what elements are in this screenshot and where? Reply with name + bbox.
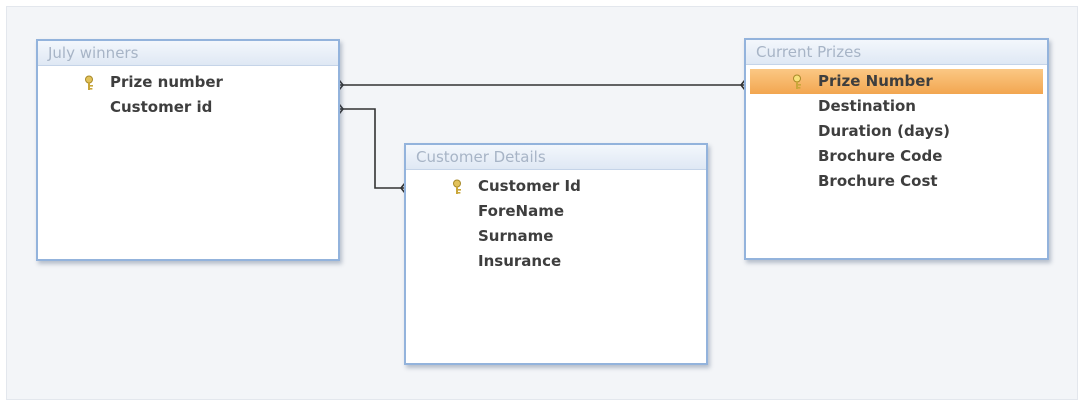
table-customer-details[interactable]: Customer Details Customer Id ForeName Su… — [404, 143, 708, 365]
field-label: Prize number — [110, 73, 223, 91]
field-list: Prize number Customer id — [38, 66, 338, 120]
field-label: Duration (days) — [818, 122, 950, 140]
field-prize-number[interactable]: Prize number — [38, 70, 338, 95]
relationship-prize-number[interactable] — [338, 79, 746, 91]
field-label: Prize Number — [818, 72, 933, 90]
relationships-canvas: July winners Prize number Customer id Cu… — [6, 6, 1078, 400]
field-label: Insurance — [478, 252, 562, 270]
field-destination[interactable]: Destination — [746, 94, 1047, 119]
field-duration-days[interactable]: Duration (days) — [746, 119, 1047, 144]
field-label: Surname — [478, 227, 554, 245]
relationship-line-customer — [339, 108, 405, 189]
field-label: Brochure Code — [818, 147, 943, 165]
field-label: Brochure Cost — [818, 172, 938, 190]
field-brochure-cost[interactable]: Brochure Cost — [746, 169, 1047, 194]
field-list: Prize Number Destination Duration (days)… — [746, 65, 1047, 194]
field-surname[interactable]: Surname — [406, 224, 706, 249]
primary-key-icon — [85, 75, 93, 90]
field-label: Destination — [818, 97, 916, 115]
table-july-winners[interactable]: July winners Prize number Customer id — [36, 39, 340, 261]
relationship-customer-id[interactable] — [338, 103, 406, 194]
field-customer-id[interactable]: Customer id — [38, 95, 338, 120]
field-forename[interactable]: ForeName — [406, 199, 706, 224]
table-title[interactable]: July winners — [38, 41, 338, 66]
table-current-prizes[interactable]: Current Prizes Prize Number Destination … — [744, 38, 1049, 260]
field-list: Customer Id ForeName Surname Insurance — [406, 170, 706, 274]
field-label: ForeName — [478, 202, 564, 220]
field-insurance[interactable]: Insurance — [406, 249, 706, 274]
primary-key-icon — [793, 74, 801, 89]
field-prize-number[interactable]: Prize Number — [750, 69, 1043, 94]
field-label: Customer id — [110, 98, 213, 116]
field-customer-id[interactable]: Customer Id — [406, 174, 706, 199]
field-label: Customer Id — [478, 177, 581, 195]
primary-key-icon — [453, 179, 461, 194]
table-title[interactable]: Current Prizes — [746, 40, 1047, 65]
field-brochure-code[interactable]: Brochure Code — [746, 144, 1047, 169]
table-title[interactable]: Customer Details — [406, 145, 706, 170]
